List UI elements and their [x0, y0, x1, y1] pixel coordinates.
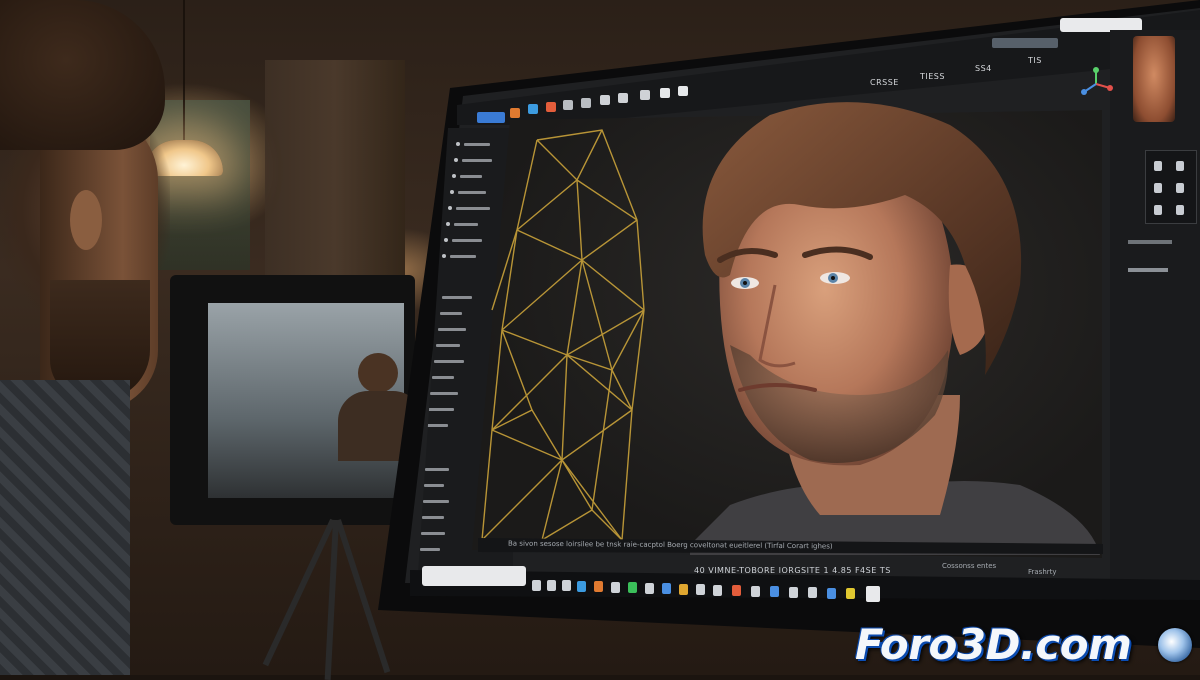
outliner-item[interactable]	[425, 468, 449, 471]
face-thumbnail[interactable]	[1133, 36, 1175, 122]
taskbar-icon[interactable]	[628, 582, 637, 593]
watermark-text: Foro3D.com	[855, 620, 1132, 669]
taskbar-icon[interactable]	[562, 580, 571, 591]
taskbar-icon[interactable]	[770, 586, 779, 597]
outliner-item[interactable]	[422, 516, 444, 519]
figure-icon[interactable]	[1154, 205, 1162, 215]
outliner-item[interactable]	[440, 312, 462, 315]
bone-selector[interactable]	[1145, 150, 1197, 224]
taskbar-icon[interactable]	[679, 584, 688, 595]
outliner-item-icon	[446, 222, 450, 226]
tool-icon[interactable]	[660, 88, 670, 98]
outliner-item[interactable]	[436, 344, 460, 347]
outliner-item[interactable]	[420, 548, 440, 551]
tool-tab[interactable]: CRSSE	[870, 78, 899, 87]
viewer-hair	[0, 0, 165, 150]
outliner-item[interactable]	[434, 360, 464, 363]
axis-gizmo-icon[interactable]	[1078, 66, 1114, 102]
tool-icon[interactable]	[600, 95, 610, 105]
figure-icon[interactable]	[1154, 161, 1162, 171]
tool-tab[interactable]: TIS	[1028, 56, 1042, 65]
viewer-ear	[70, 190, 102, 250]
outliner-item[interactable]	[430, 392, 458, 395]
outliner-item-icon	[442, 254, 446, 258]
outliner-item-icon	[448, 206, 452, 210]
tool-icon[interactable]	[640, 90, 650, 100]
figure-icon[interactable]	[1176, 183, 1184, 193]
outliner-item[interactable]	[424, 484, 444, 487]
taskbar-icon[interactable]	[808, 587, 817, 598]
taskbar-icon[interactable]	[611, 582, 620, 593]
outliner-item[interactable]	[421, 532, 445, 535]
taskbar-icon[interactable]	[645, 583, 654, 594]
property-row[interactable]	[1128, 240, 1172, 244]
outliner-item[interactable]	[442, 296, 472, 299]
taskbar-icon[interactable]	[547, 580, 556, 591]
outliner-item[interactable]	[428, 408, 454, 411]
taskbar-icon[interactable]	[827, 588, 836, 599]
toolbar-chip[interactable]	[992, 38, 1058, 48]
taskbar-icon[interactable]	[846, 588, 855, 599]
taskbar-icon[interactable]	[866, 586, 880, 602]
taskbar-icon[interactable]	[577, 581, 586, 592]
background-monitor-screen	[208, 303, 423, 498]
outliner-item-icon	[450, 190, 454, 194]
tool-tab[interactable]: SS4	[975, 64, 992, 73]
viewer-person	[0, 0, 170, 675]
property-row[interactable]	[1128, 268, 1168, 272]
wireframe-mesh	[481, 129, 645, 541]
background-person-head	[358, 353, 398, 393]
character-render	[690, 102, 1100, 555]
tool-icon[interactable]	[563, 100, 573, 110]
timeline-search-input[interactable]	[422, 566, 526, 586]
tool-icon[interactable]	[618, 93, 628, 103]
lamp-cord	[183, 0, 185, 140]
outliner-item[interactable]	[426, 424, 448, 427]
globe-logo-icon	[1158, 628, 1192, 662]
figure-icon[interactable]	[1176, 161, 1184, 171]
taskbar-icon[interactable]	[789, 587, 798, 598]
outliner-item[interactable]	[423, 500, 449, 503]
tool-icon[interactable]	[581, 98, 591, 108]
timeline-label: 40 VIMNE-TOBORE IORGSITE 1 4.85 F4SE TS	[694, 566, 891, 575]
status-right-label: Frashrty	[1028, 568, 1057, 576]
tool-tab[interactable]: TIESS	[920, 72, 945, 81]
taskbar-icon[interactable]	[713, 585, 722, 596]
outliner-item[interactable]	[438, 328, 466, 331]
outliner-item-icon	[452, 174, 456, 178]
taskbar-icon[interactable]	[696, 584, 705, 595]
outliner-item[interactable]	[432, 376, 454, 379]
background-monitor	[170, 275, 423, 525]
outliner-item-icon	[454, 158, 458, 162]
taskbar-icon[interactable]	[532, 580, 541, 591]
outliner-item-icon	[456, 142, 460, 146]
taskbar-icon[interactable]	[594, 581, 603, 592]
status-right-label: Cossonss entes	[942, 562, 997, 570]
taskbar-icon[interactable]	[751, 586, 760, 597]
outliner-item-icon	[444, 238, 448, 242]
figure-icon[interactable]	[1176, 205, 1184, 215]
taskbar-icon[interactable]	[732, 585, 741, 596]
taskbar-icon[interactable]	[662, 583, 671, 594]
viewer-shirt	[0, 380, 130, 675]
tool-icon[interactable]	[678, 86, 688, 96]
figure-icon[interactable]	[1154, 183, 1162, 193]
